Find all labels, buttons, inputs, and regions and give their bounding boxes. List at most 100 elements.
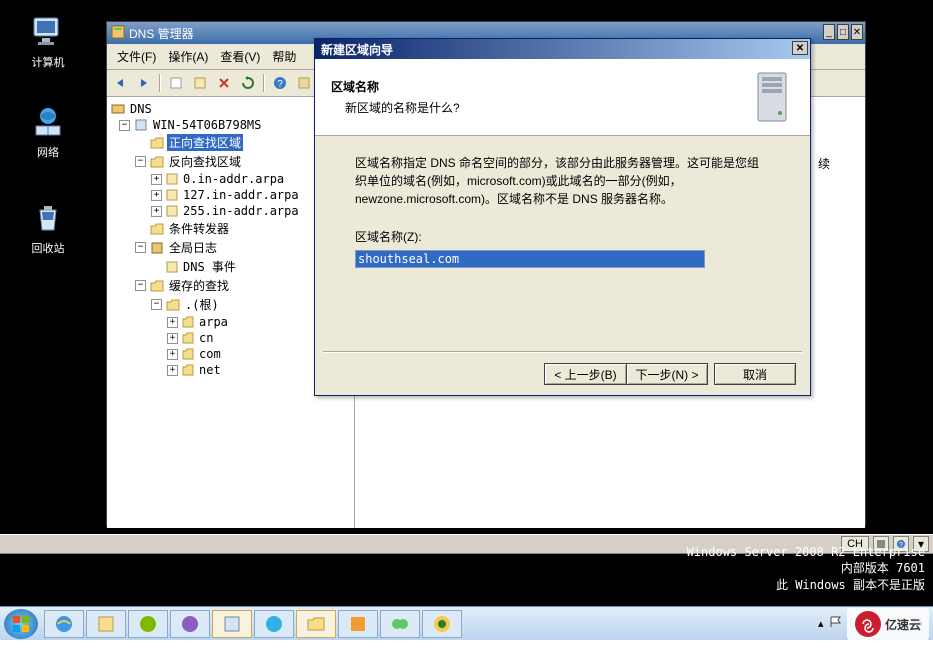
explorer-icon xyxy=(306,614,326,634)
folder-icon xyxy=(182,348,194,360)
log-icon xyxy=(150,241,164,255)
desktop-computer-icon[interactable]: 计算机 xyxy=(16,14,80,70)
tb-help-button[interactable]: ? xyxy=(269,72,291,94)
folder-icon xyxy=(150,136,164,150)
minimize-button[interactable]: _ xyxy=(823,24,835,40)
generic-app-icon xyxy=(138,614,158,634)
tree-label: cn xyxy=(197,331,215,345)
server-icon xyxy=(134,118,148,132)
menu-file[interactable]: 文件(F) xyxy=(111,46,162,67)
menu-action[interactable]: 操作(A) xyxy=(162,46,214,67)
zone-name-label: 区域名称(Z): xyxy=(355,228,770,246)
nav-fwd-button[interactable] xyxy=(133,72,155,94)
watermark-logo-icon xyxy=(855,611,881,637)
collapse-icon[interactable]: − xyxy=(135,280,146,291)
wizard-header-title: 区域名称 xyxy=(331,78,750,95)
taskbar-app1[interactable] xyxy=(128,610,168,638)
wizard-back-button[interactable]: < 上一步(B) xyxy=(544,363,626,385)
tree-label: 全局日志 xyxy=(167,239,219,256)
tree-label-selected: 正向查找区域 xyxy=(167,134,243,151)
tray-up-icon[interactable]: ▴ xyxy=(818,617,824,630)
windows-logo-icon xyxy=(12,615,30,633)
expand-icon[interactable]: + xyxy=(151,206,162,217)
wizard-titlebar[interactable]: 新建区域向导 ✕ xyxy=(315,39,810,59)
generic-app-icon xyxy=(264,614,284,634)
zone-icon xyxy=(166,173,178,185)
zone-icon xyxy=(166,189,178,201)
collapse-icon[interactable]: − xyxy=(119,120,130,131)
desktop-recycle-icon[interactable]: 回收站 xyxy=(16,200,80,256)
tree-label: 255.in-addr.arpa xyxy=(181,204,301,218)
collapse-icon[interactable]: − xyxy=(135,242,146,253)
wizard-next-button[interactable]: 下一步(N) > xyxy=(626,363,708,385)
taskbar-explorer[interactable] xyxy=(296,610,336,638)
start-button[interactable] xyxy=(4,609,38,639)
nav-back-button[interactable] xyxy=(109,72,131,94)
desktop-network-icon[interactable]: 网络 xyxy=(16,104,80,160)
tree-label: net xyxy=(197,363,223,377)
menu-help[interactable]: 帮助 xyxy=(266,46,302,67)
events-icon xyxy=(166,261,178,273)
desktop-icon-label: 网络 xyxy=(16,144,80,160)
folder-icon xyxy=(182,332,194,344)
tree-label: DNS 事件 xyxy=(181,258,238,275)
taskbar-app6[interactable] xyxy=(422,610,462,638)
taskbar-app4[interactable] xyxy=(338,610,378,638)
dns-root-icon xyxy=(111,102,125,116)
taskbar-dns-manager[interactable] xyxy=(212,610,252,638)
maximize-button[interactable]: □ xyxy=(837,24,849,40)
desktop-icon-label: 回收站 xyxy=(16,240,80,256)
taskbar-ie[interactable] xyxy=(44,610,84,638)
tb-props-button[interactable] xyxy=(189,72,211,94)
generic-app-icon xyxy=(432,614,452,634)
expand-icon[interactable]: + xyxy=(167,333,178,344)
computer-icon xyxy=(30,14,66,50)
wizard-description: 区域名称指定 DNS 命名空间的部分，该部分由此服务器管理。这可能是您组织单位的… xyxy=(355,154,770,208)
tray-flag-icon[interactable] xyxy=(829,615,843,632)
taskbar-app5[interactable] xyxy=(380,610,420,638)
toolbar-sep xyxy=(159,74,161,92)
tree-label: 缓存的查找 xyxy=(167,277,231,294)
windows-branding: Windows Server 2008 R2 Enterprise 内部版本 7… xyxy=(687,544,925,594)
taskbar-libraries[interactable] xyxy=(86,610,126,638)
hidden-detail-text: 续 xyxy=(816,154,832,173)
wizard-footer: < 上一步(B) 下一步(N) > 取消 xyxy=(544,363,796,385)
libraries-icon xyxy=(96,614,116,634)
tb-new-button[interactable] xyxy=(165,72,187,94)
tree-label: 条件转发器 xyxy=(167,220,231,237)
tree-label: DNS xyxy=(128,102,154,116)
dns-app-icon xyxy=(111,25,125,42)
toolbar-sep xyxy=(263,74,265,92)
zone-icon xyxy=(166,205,178,217)
watermark-text: 亿速云 xyxy=(885,616,921,633)
zone-name-input[interactable] xyxy=(355,250,705,268)
taskbar-app2[interactable] xyxy=(170,610,210,638)
wizard-close-button[interactable]: ✕ xyxy=(792,41,808,55)
collapse-icon[interactable]: − xyxy=(151,299,162,310)
folder-icon xyxy=(150,155,164,169)
wizard-cancel-button[interactable]: 取消 xyxy=(714,363,796,385)
folder-icon xyxy=(166,298,180,312)
close-button[interactable]: ✕ xyxy=(851,24,863,40)
tb-delete-button[interactable] xyxy=(213,72,235,94)
expand-icon[interactable]: + xyxy=(167,349,178,360)
dns-window-title: DNS 管理器 xyxy=(129,25,194,42)
expand-icon[interactable]: + xyxy=(151,174,162,185)
expand-icon[interactable]: + xyxy=(167,365,178,376)
expand-icon[interactable]: + xyxy=(167,317,178,328)
tb-filter-button[interactable] xyxy=(293,72,315,94)
folder-icon xyxy=(182,364,194,376)
tree-label: arpa xyxy=(197,315,230,329)
tree-label: 反向查找区域 xyxy=(167,153,243,170)
menu-view[interactable]: 查看(V) xyxy=(214,46,266,67)
tb-refresh-button[interactable] xyxy=(237,72,259,94)
desktop-icon-label: 计算机 xyxy=(16,54,80,70)
collapse-icon[interactable]: − xyxy=(135,156,146,167)
brand-line2: 内部版本 7601 xyxy=(687,560,925,577)
brand-line1: Windows Server 2008 R2 Enterprise xyxy=(687,544,925,561)
watermark: 亿速云 xyxy=(847,608,929,640)
bottom-border xyxy=(0,640,933,658)
server-tower-icon xyxy=(750,69,794,125)
taskbar-app3[interactable] xyxy=(254,610,294,638)
expand-icon[interactable]: + xyxy=(151,190,162,201)
